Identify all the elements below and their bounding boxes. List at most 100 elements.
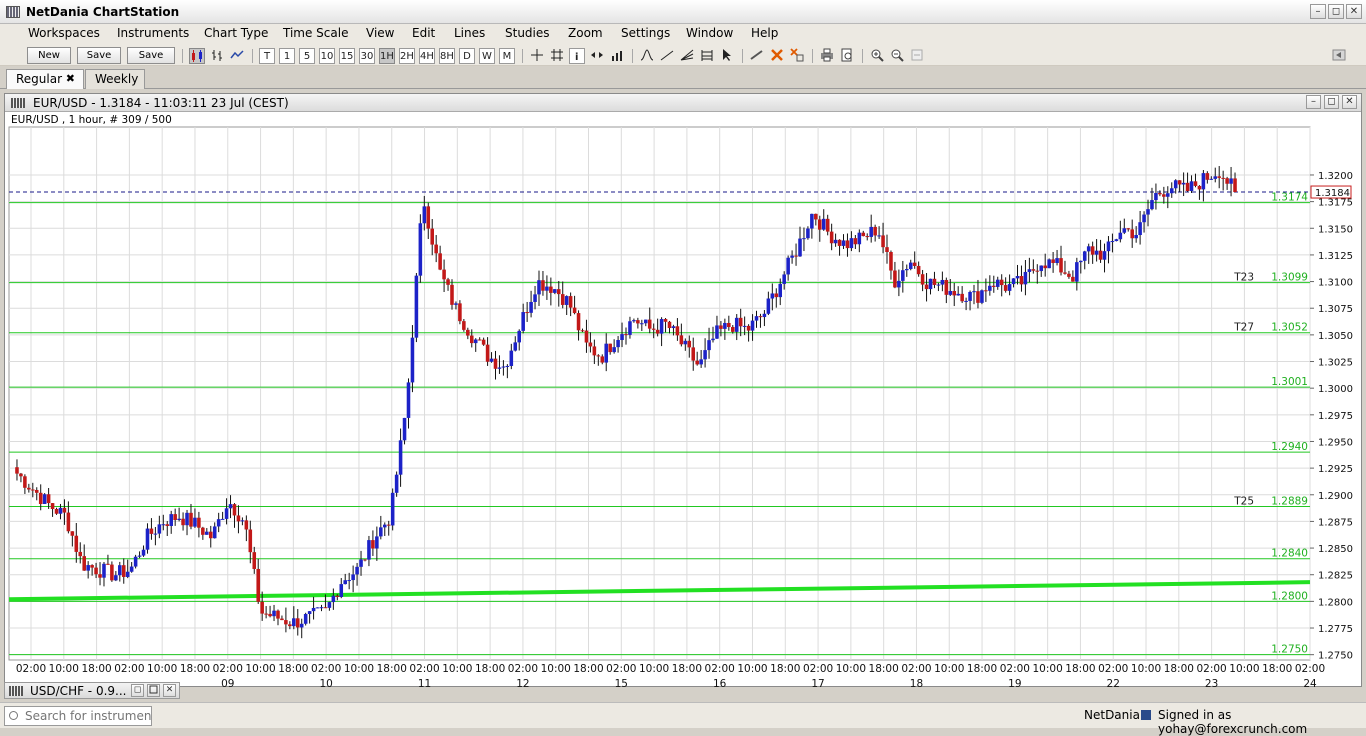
y-tick-label: 1.2900 (1318, 491, 1353, 502)
search-input[interactable] (4, 706, 152, 726)
minimize-button[interactable]: – (1310, 4, 1326, 19)
candle-down (885, 247, 889, 253)
menu-edit[interactable]: Edit (412, 26, 435, 40)
menu-view[interactable]: View (366, 26, 394, 40)
app-titlebar: NetDania ChartStation – ◻ ✕ (0, 0, 1366, 24)
scroll-icon[interactable] (589, 48, 605, 64)
candle-up (821, 218, 826, 230)
menu-chart-type[interactable]: Chart Type (204, 26, 268, 40)
svg-text:i: i (575, 52, 578, 63)
candle-up (782, 274, 786, 284)
candle-up (908, 262, 913, 270)
minimized-window-usdchf[interactable]: USD/CHF - 0.9... ◻ ✕ (4, 682, 180, 699)
tab-weekly[interactable]: Weekly (85, 69, 145, 89)
volume-icon[interactable] (609, 48, 625, 64)
candle-down (1067, 273, 1071, 277)
menu-workspaces[interactable]: Workspaces (28, 26, 100, 40)
candle-down (624, 334, 628, 336)
fibonacci-icon[interactable] (699, 48, 715, 64)
trend-line-icon[interactable] (659, 48, 675, 64)
tab-close-icon[interactable]: ✖ (66, 70, 75, 88)
restore-button[interactable]: ◻ (131, 684, 144, 697)
candle-up (1055, 258, 1059, 264)
candle-up (311, 607, 316, 612)
candle-up (750, 320, 755, 331)
timescale-tick[interactable]: T (259, 48, 275, 64)
candle-up (940, 279, 945, 285)
zoom-reset-icon[interactable] (909, 48, 925, 64)
timescale-10m[interactable]: 10 (319, 48, 335, 64)
close-button[interactable]: ✕ (1346, 4, 1362, 19)
candle-up (905, 269, 909, 271)
zoom-in-icon[interactable] (869, 48, 885, 64)
line-chart-icon[interactable] (229, 48, 245, 64)
panel-toggle-icon[interactable] (1331, 48, 1347, 64)
toolbar-separator (812, 49, 813, 63)
candle-up (604, 343, 609, 363)
timescale-30m[interactable]: 30 (359, 48, 375, 64)
menu-studies[interactable]: Studies (505, 26, 550, 40)
timescale-week[interactable]: W (479, 48, 495, 64)
close-button[interactable]: ✕ (163, 684, 176, 697)
timescale-month[interactable]: M (499, 48, 515, 64)
menu-help[interactable]: Help (751, 26, 778, 40)
draw-line-icon[interactable] (749, 48, 765, 64)
timescale-8h[interactable]: 8H (439, 48, 455, 64)
timescale-5m[interactable]: 5 (299, 48, 315, 64)
candle-up (806, 228, 810, 239)
chart-close-button[interactable]: ✕ (1342, 95, 1357, 109)
candle-down (50, 503, 55, 509)
candle-up (699, 359, 703, 365)
candle-down (23, 476, 27, 488)
candlestick-icon[interactable] (189, 48, 205, 64)
chart-maximize-button[interactable]: ◻ (1324, 95, 1339, 109)
timescale-4h[interactable]: 4H (419, 48, 435, 64)
delete-icon[interactable] (769, 48, 785, 64)
timescale-1h[interactable]: 1H (379, 48, 395, 64)
info-icon[interactable]: i (569, 48, 585, 64)
ohlc-bar-icon[interactable] (209, 48, 225, 64)
price-chart[interactable]: 1.2750 1.2775 1.2800 1.2825 1.2850 1.2875 1.29… (5, 126, 1361, 690)
x-tick-label: 10:00 (639, 663, 669, 675)
maximize-button[interactable] (147, 684, 160, 697)
timescale-2h[interactable]: 2H (399, 48, 415, 64)
maximize-button[interactable]: ◻ (1328, 4, 1344, 19)
candle-down (580, 330, 585, 332)
timescale-1m[interactable]: 1 (279, 48, 295, 64)
chart-window-icon (11, 98, 25, 108)
tab-regular[interactable]: Regular ✖ (6, 69, 84, 89)
candle-up (185, 512, 189, 526)
candle-up (1138, 222, 1142, 236)
candle-up (683, 340, 688, 345)
cursor-icon[interactable] (719, 48, 735, 64)
timescale-15m[interactable]: 15 (339, 48, 355, 64)
zoom-out-icon[interactable] (889, 48, 905, 64)
menu-instruments[interactable]: Instruments (117, 26, 189, 40)
candle-up (770, 293, 775, 299)
print-icon[interactable] (819, 48, 835, 64)
candle-down (1158, 193, 1162, 195)
menu-settings[interactable]: Settings (621, 26, 670, 40)
candle-up (292, 618, 296, 627)
new-button[interactable]: New (27, 47, 71, 64)
menu-lines[interactable]: Lines (454, 26, 485, 40)
candle-up (533, 294, 537, 302)
level-label: 1.2840 (1271, 548, 1308, 560)
connection-status-icon (1141, 710, 1151, 720)
bell-curve-icon[interactable] (639, 48, 655, 64)
chart-minimize-button[interactable]: – (1306, 95, 1321, 109)
save-button[interactable]: Save (77, 47, 121, 64)
grid-icon[interactable] (549, 48, 565, 64)
print-preview-icon[interactable] (839, 48, 855, 64)
menu-zoom[interactable]: Zoom (568, 26, 603, 40)
menu-window[interactable]: Window (686, 26, 733, 40)
candle-up (786, 257, 790, 275)
candle-down (466, 329, 470, 336)
timescale-day[interactable]: D (459, 48, 475, 64)
crosshair-icon[interactable] (529, 48, 545, 64)
save-as-button[interactable]: Save as... (127, 47, 175, 76)
fan-line-icon[interactable] (679, 48, 695, 64)
menu-time-scale[interactable]: Time Scale (283, 26, 348, 40)
delete-all-icon[interactable] (789, 48, 805, 64)
candle-down (912, 262, 917, 266)
